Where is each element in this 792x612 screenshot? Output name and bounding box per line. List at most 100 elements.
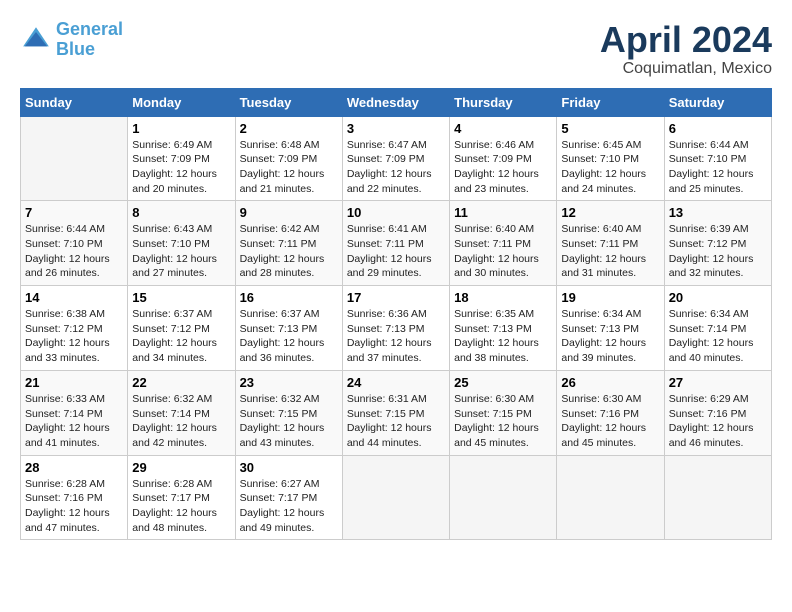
day-info: Sunrise: 6:37 AM Sunset: 7:13 PM Dayligh… bbox=[240, 307, 338, 366]
weekday-header-monday: Monday bbox=[128, 88, 235, 116]
calendar-cell: 28 Sunrise: 6:28 AM Sunset: 7:16 PM Dayli… bbox=[21, 455, 128, 540]
calendar-cell: 14Sunrise: 6:38 AM Sunset: 7:12 PM Dayli… bbox=[21, 286, 128, 371]
day-info: Sunrise: 6:44 AM Sunset: 7:10 PM Dayligh… bbox=[669, 138, 767, 197]
day-info: Sunrise: 6:41 AM Sunset: 7:11 PM Dayligh… bbox=[347, 222, 445, 281]
calendar-cell: 16 Sunrise: 6:37 AM Sunset: 7:13 PM Dayli… bbox=[235, 286, 342, 371]
calendar-cell: 5 Sunrise: 6:45 AM Sunset: 7:10 PM Daylig… bbox=[557, 116, 664, 201]
day-info: Sunrise: 6:40 AM Sunset: 7:11 PM Dayligh… bbox=[561, 222, 659, 281]
day-number: 11 bbox=[454, 205, 552, 220]
day-info: Sunrise: 6:37 AM Sunset: 7:12 PM Dayligh… bbox=[132, 307, 230, 366]
calendar-cell: 22 Sunrise: 6:32 AM Sunset: 7:14 PM Dayli… bbox=[128, 370, 235, 455]
day-info: Sunrise: 6:43 AM Sunset: 7:10 PM Dayligh… bbox=[132, 222, 230, 281]
logo-text: General Blue bbox=[56, 20, 123, 60]
day-info: Sunrise: 6:32 AM Sunset: 7:15 PM Dayligh… bbox=[240, 392, 338, 451]
day-number: 6 bbox=[669, 121, 767, 136]
calendar-cell: 21Sunrise: 6:33 AM Sunset: 7:14 PM Dayli… bbox=[21, 370, 128, 455]
calendar-cell: 15 Sunrise: 6:37 AM Sunset: 7:12 PM Dayli… bbox=[128, 286, 235, 371]
calendar-cell: 26 Sunrise: 6:30 AM Sunset: 7:16 PM Dayli… bbox=[557, 370, 664, 455]
header: General Blue April 2024 Coquimatlan, Mex… bbox=[20, 20, 772, 78]
day-number: 18 bbox=[454, 290, 552, 305]
day-info: Sunrise: 6:30 AM Sunset: 7:15 PM Dayligh… bbox=[454, 392, 552, 451]
week-row-5: 28 Sunrise: 6:28 AM Sunset: 7:16 PM Dayli… bbox=[21, 455, 772, 540]
calendar-cell: 20Sunrise: 6:34 AM Sunset: 7:14 PM Dayli… bbox=[664, 286, 771, 371]
day-info: Sunrise: 6:47 AM Sunset: 7:09 PM Dayligh… bbox=[347, 138, 445, 197]
weekday-header-wednesday: Wednesday bbox=[342, 88, 449, 116]
calendar-cell: 4 Sunrise: 6:46 AM Sunset: 7:09 PM Daylig… bbox=[450, 116, 557, 201]
weekday-header-sunday: Sunday bbox=[21, 88, 128, 116]
day-info: Sunrise: 6:39 AM Sunset: 7:12 PM Dayligh… bbox=[669, 222, 767, 281]
week-row-1: 1Sunrise: 6:49 AM Sunset: 7:09 PM Daylig… bbox=[21, 116, 772, 201]
calendar-cell: 10 Sunrise: 6:41 AM Sunset: 7:11 PM Dayli… bbox=[342, 201, 449, 286]
calendar-cell: 11 Sunrise: 6:40 AM Sunset: 7:11 PM Dayli… bbox=[450, 201, 557, 286]
day-number: 15 bbox=[132, 290, 230, 305]
calendar-cell bbox=[342, 455, 449, 540]
calendar-cell: 30 Sunrise: 6:27 AM Sunset: 7:17 PM Dayli… bbox=[235, 455, 342, 540]
day-number: 23 bbox=[240, 375, 338, 390]
day-info: Sunrise: 6:33 AM Sunset: 7:14 PM Dayligh… bbox=[25, 392, 123, 451]
day-number: 9 bbox=[240, 205, 338, 220]
month-title: April 2024 bbox=[600, 20, 772, 60]
day-info: Sunrise: 6:28 AM Sunset: 7:17 PM Dayligh… bbox=[132, 477, 230, 536]
day-number: 28 bbox=[25, 460, 123, 475]
day-info: Sunrise: 6:34 AM Sunset: 7:14 PM Dayligh… bbox=[669, 307, 767, 366]
day-info: Sunrise: 6:32 AM Sunset: 7:14 PM Dayligh… bbox=[132, 392, 230, 451]
location-subtitle: Coquimatlan, Mexico bbox=[600, 60, 772, 78]
calendar-cell: 25 Sunrise: 6:30 AM Sunset: 7:15 PM Dayli… bbox=[450, 370, 557, 455]
calendar-cell bbox=[664, 455, 771, 540]
day-number: 17 bbox=[347, 290, 445, 305]
day-info: Sunrise: 6:35 AM Sunset: 7:13 PM Dayligh… bbox=[454, 307, 552, 366]
day-info: Sunrise: 6:45 AM Sunset: 7:10 PM Dayligh… bbox=[561, 138, 659, 197]
day-info: Sunrise: 6:27 AM Sunset: 7:17 PM Dayligh… bbox=[240, 477, 338, 536]
calendar-cell: 23 Sunrise: 6:32 AM Sunset: 7:15 PM Dayli… bbox=[235, 370, 342, 455]
day-info: Sunrise: 6:40 AM Sunset: 7:11 PM Dayligh… bbox=[454, 222, 552, 281]
day-number: 4 bbox=[454, 121, 552, 136]
day-number: 27 bbox=[669, 375, 767, 390]
week-row-3: 14Sunrise: 6:38 AM Sunset: 7:12 PM Dayli… bbox=[21, 286, 772, 371]
day-number: 19 bbox=[561, 290, 659, 305]
calendar-cell: 24 Sunrise: 6:31 AM Sunset: 7:15 PM Dayli… bbox=[342, 370, 449, 455]
day-info: Sunrise: 6:29 AM Sunset: 7:16 PM Dayligh… bbox=[669, 392, 767, 451]
day-info: Sunrise: 6:44 AM Sunset: 7:10 PM Dayligh… bbox=[25, 222, 123, 281]
calendar-cell: 17 Sunrise: 6:36 AM Sunset: 7:13 PM Dayli… bbox=[342, 286, 449, 371]
day-number: 14 bbox=[25, 290, 123, 305]
day-number: 2 bbox=[240, 121, 338, 136]
day-number: 7 bbox=[25, 205, 123, 220]
calendar-cell: 29Sunrise: 6:28 AM Sunset: 7:17 PM Dayli… bbox=[128, 455, 235, 540]
calendar-cell bbox=[21, 116, 128, 201]
day-info: Sunrise: 6:31 AM Sunset: 7:15 PM Dayligh… bbox=[347, 392, 445, 451]
day-info: Sunrise: 6:36 AM Sunset: 7:13 PM Dayligh… bbox=[347, 307, 445, 366]
day-number: 12 bbox=[561, 205, 659, 220]
day-number: 16 bbox=[240, 290, 338, 305]
calendar-cell: 18 Sunrise: 6:35 AM Sunset: 7:13 PM Dayli… bbox=[450, 286, 557, 371]
weekday-header-row: SundayMondayTuesdayWednesdayThursdayFrid… bbox=[21, 88, 772, 116]
day-info: Sunrise: 6:46 AM Sunset: 7:09 PM Dayligh… bbox=[454, 138, 552, 197]
day-info: Sunrise: 6:42 AM Sunset: 7:11 PM Dayligh… bbox=[240, 222, 338, 281]
week-row-2: 7 Sunrise: 6:44 AM Sunset: 7:10 PM Daylig… bbox=[21, 201, 772, 286]
day-number: 13 bbox=[669, 205, 767, 220]
weekday-header-tuesday: Tuesday bbox=[235, 88, 342, 116]
calendar-cell: 8 Sunrise: 6:43 AM Sunset: 7:10 PM Daylig… bbox=[128, 201, 235, 286]
calendar-cell bbox=[557, 455, 664, 540]
day-number: 3 bbox=[347, 121, 445, 136]
day-number: 30 bbox=[240, 460, 338, 475]
calendar-cell: 7 Sunrise: 6:44 AM Sunset: 7:10 PM Daylig… bbox=[21, 201, 128, 286]
calendar-cell bbox=[450, 455, 557, 540]
day-number: 25 bbox=[454, 375, 552, 390]
logo: General Blue bbox=[20, 20, 123, 60]
day-info: Sunrise: 6:28 AM Sunset: 7:16 PM Dayligh… bbox=[25, 477, 123, 536]
calendar-cell: 2 Sunrise: 6:48 AM Sunset: 7:09 PM Daylig… bbox=[235, 116, 342, 201]
day-number: 24 bbox=[347, 375, 445, 390]
day-number: 10 bbox=[347, 205, 445, 220]
day-info: Sunrise: 6:48 AM Sunset: 7:09 PM Dayligh… bbox=[240, 138, 338, 197]
calendar-table: SundayMondayTuesdayWednesdayThursdayFrid… bbox=[20, 88, 772, 541]
day-number: 8 bbox=[132, 205, 230, 220]
day-number: 22 bbox=[132, 375, 230, 390]
calendar-cell: 9 Sunrise: 6:42 AM Sunset: 7:11 PM Daylig… bbox=[235, 201, 342, 286]
day-number: 5 bbox=[561, 121, 659, 136]
weekday-header-friday: Friday bbox=[557, 88, 664, 116]
day-number: 26 bbox=[561, 375, 659, 390]
day-info: Sunrise: 6:30 AM Sunset: 7:16 PM Dayligh… bbox=[561, 392, 659, 451]
calendar-cell: 3 Sunrise: 6:47 AM Sunset: 7:09 PM Daylig… bbox=[342, 116, 449, 201]
calendar-cell: 6 Sunrise: 6:44 AM Sunset: 7:10 PM Daylig… bbox=[664, 116, 771, 201]
day-number: 1 bbox=[132, 121, 230, 136]
